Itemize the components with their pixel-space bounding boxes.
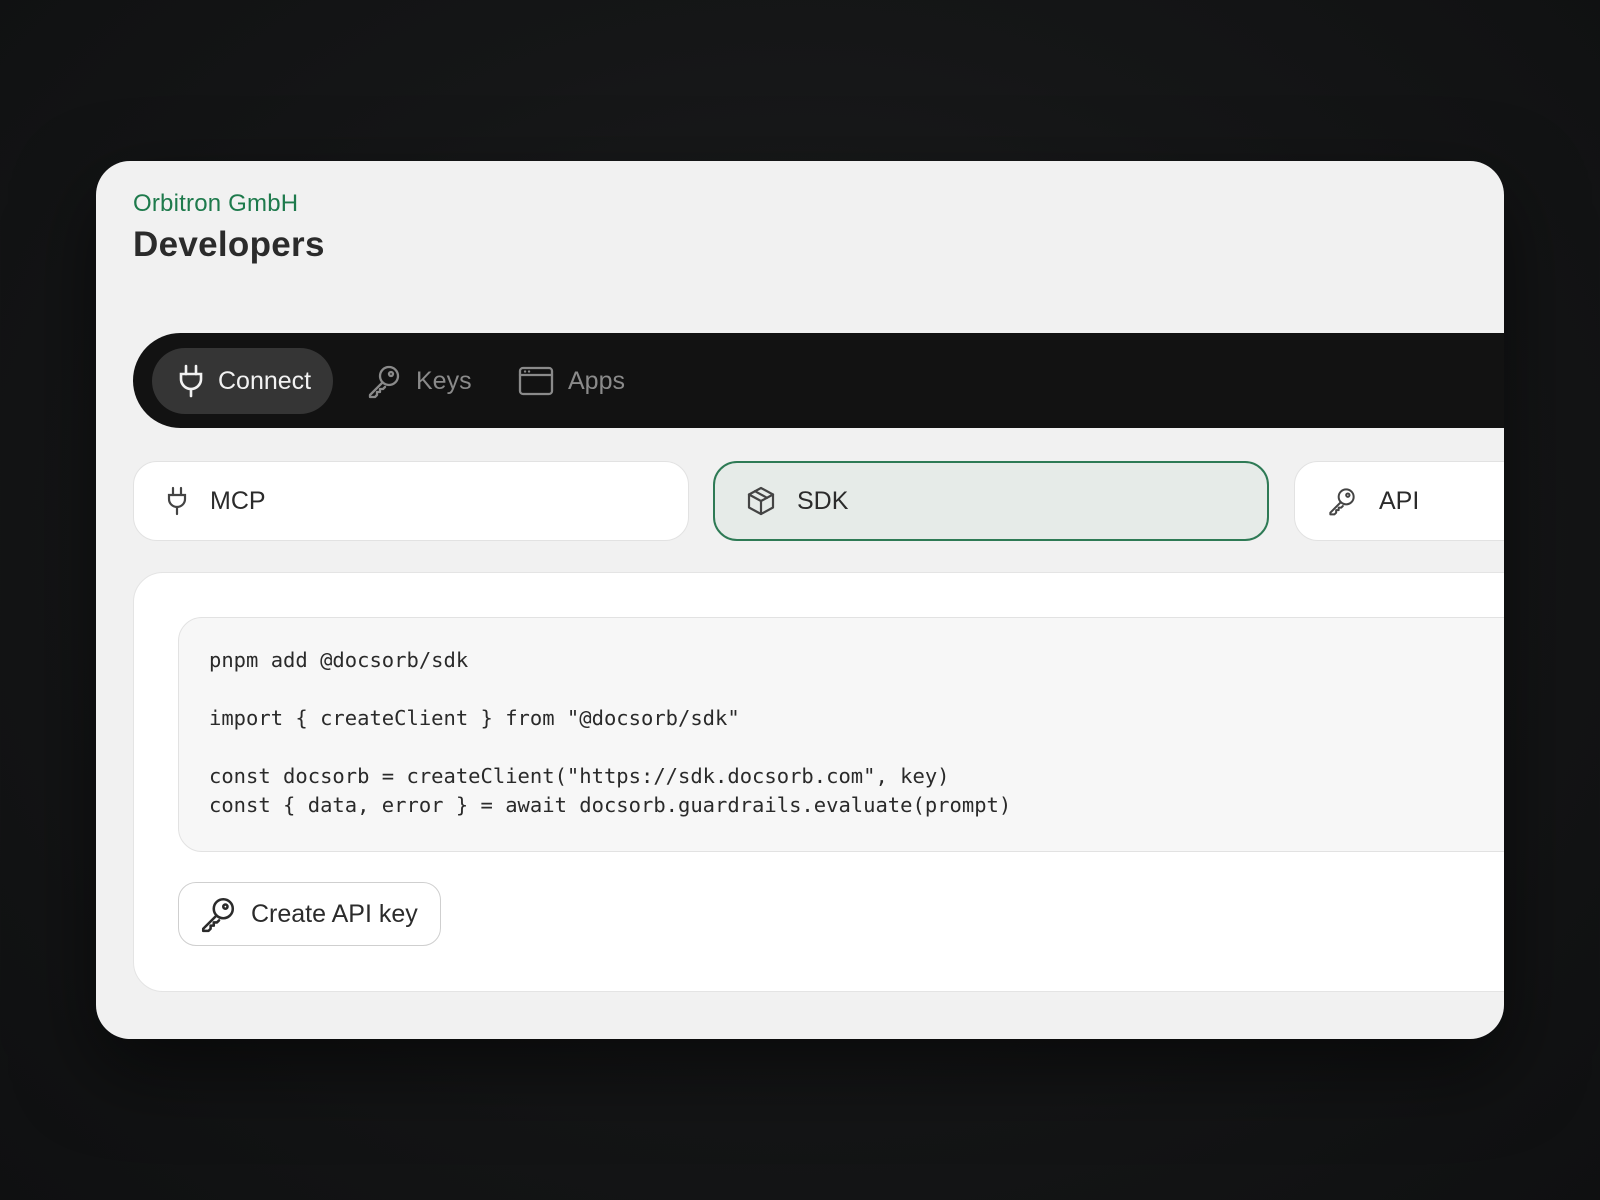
option-sdk[interactable]: SDK <box>713 461 1269 541</box>
create-api-key-label: Create API key <box>251 899 418 928</box>
code-line: const docsorb = createClient("https://sd… <box>209 764 950 788</box>
package-icon <box>747 486 775 516</box>
option-mcp[interactable]: MCP <box>133 461 689 541</box>
tab-apps[interactable]: Apps <box>518 348 625 414</box>
developers-card: Orbitron GmbH Developers Connect Keys Ap… <box>96 161 1504 1039</box>
page-title: Developers <box>133 225 325 264</box>
tab-connect[interactable]: Connect <box>152 348 334 414</box>
code-line: const { data, error } = await docsorb.gu… <box>209 793 1012 817</box>
code-line: pnpm add @docsorb/sdk <box>209 648 469 672</box>
tab-bar: Connect Keys Apps <box>133 333 1504 428</box>
tab-apps-label: Apps <box>568 366 625 395</box>
key-icon <box>1329 488 1355 516</box>
key-icon <box>201 897 235 933</box>
app-window-icon <box>518 366 554 396</box>
option-api[interactable]: API <box>1294 461 1504 541</box>
option-sdk-label: SDK <box>797 486 849 515</box>
company-name: Orbitron GmbH <box>133 190 299 217</box>
tab-connect-label: Connect <box>218 366 312 395</box>
create-api-key-button[interactable]: Create API key <box>178 882 441 946</box>
option-api-label: API <box>1379 486 1420 515</box>
key-icon <box>368 365 400 399</box>
option-mcp-label: MCP <box>210 486 266 515</box>
tab-keys-label: Keys <box>416 366 472 395</box>
plug-icon <box>167 486 187 516</box>
code-block[interactable]: pnpm add @docsorb/sdk import { createCli… <box>178 617 1504 852</box>
sdk-panel: pnpm add @docsorb/sdk import { createCli… <box>133 572 1504 992</box>
code-line: import { createClient } from "@docsorb/s… <box>209 706 740 730</box>
plug-icon <box>179 364 203 398</box>
tab-keys[interactable]: Keys <box>366 348 472 414</box>
